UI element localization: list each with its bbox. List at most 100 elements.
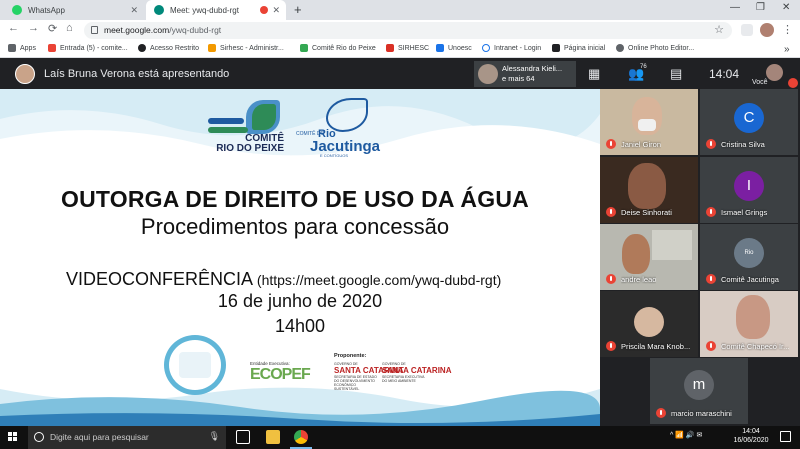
profile-avatar[interactable]: [760, 23, 774, 37]
logo-inner: [179, 352, 211, 378]
apps-grid-icon: [8, 44, 16, 52]
home-icon[interactable]: ⌂: [66, 22, 73, 34]
taskbar-time: 14:04: [742, 428, 760, 435]
tab-meet[interactable]: Meet: ywq-dubd-rgt ✕: [146, 0, 286, 20]
participant-face: [628, 163, 666, 209]
slide-date: 16 de junho de 2020: [217, 291, 383, 311]
santa-catarina-logo-2: GOVERNO DE SANTA CATARINA SECRETARIA EXE…: [382, 362, 451, 383]
bookmark-pagina-inicial[interactable]: Página inicial: [552, 44, 605, 52]
reload-icon[interactable]: ⟳: [48, 22, 57, 35]
close-tab-icon[interactable]: ✕: [272, 5, 280, 16]
new-tab-button[interactable]: +: [294, 2, 302, 17]
close-tab-icon[interactable]: ✕: [130, 5, 138, 16]
back-arrow-icon[interactable]: ←: [8, 22, 19, 34]
participant-tile[interactable]: Janiel Giron: [600, 89, 698, 155]
tab-whatsapp[interactable]: WhatsApp ✕: [4, 0, 144, 20]
menu-kebab-icon[interactable]: ⋮: [782, 23, 793, 36]
bookmark-apps[interactable]: Apps: [8, 44, 36, 52]
people-count: 76: [640, 64, 647, 70]
bookmark-gmail[interactable]: Entrada (5) - comite...: [48, 44, 128, 52]
presenter-avatar: [15, 64, 35, 84]
self-avatar[interactable]: [766, 64, 783, 81]
forward-arrow-icon[interactable]: →: [28, 22, 39, 34]
participant-tile[interactable]: Priscila Mara Knob...: [600, 291, 698, 357]
mic-off-icon[interactable]: [788, 78, 798, 88]
bookmark-sirhesc-admin[interactable]: Sirhesc - Administr...: [208, 44, 284, 52]
mic-off-icon: [606, 341, 616, 351]
participant-tile[interactable]: Deise Sinhorati: [600, 157, 698, 223]
bookmark-acesso[interactable]: Acesso Restrito: [138, 44, 199, 52]
sc-sub: SECRETARIA DE ESTADO DO DESENVOLVIMENTO …: [334, 375, 377, 391]
avatar-initial: I: [734, 171, 764, 201]
pinned-participant[interactable]: Alessandra Kieli... e mais 64: [474, 61, 576, 87]
mask: [638, 119, 656, 131]
participant-tile[interactable]: C Cristina Silva: [700, 89, 798, 155]
logo1-line2: RIO DO PEIXE: [216, 143, 284, 154]
taskbar-clock[interactable]: 14:04 16/06/2020: [728, 427, 774, 445]
participant-name: Janiel Giron: [621, 140, 662, 149]
slide-videoconference: VIDEOCONFERÊNCIA (https://meet.google.co…: [66, 269, 501, 290]
wave-icon: [208, 127, 248, 133]
dove-icon: [326, 98, 368, 132]
system-tray[interactable]: ^ 📶 🔊 ✉: [670, 431, 702, 439]
joomla-icon: [208, 44, 216, 52]
participant-face: [736, 295, 770, 339]
mic-off-icon: [706, 139, 716, 149]
bookmark-label: Sirhesc - Administr...: [220, 44, 284, 52]
lock-icon: [91, 26, 98, 34]
site-icon: [138, 44, 146, 52]
unoesc-icon: [436, 44, 444, 52]
microphone-icon[interactable]: 🎙: [209, 431, 220, 442]
participant-tile[interactable]: m marcio maraschini: [650, 358, 748, 424]
participant-name: Comitê Chapecó Ir...: [721, 342, 790, 351]
chat-icon[interactable]: ▤: [670, 66, 682, 82]
avatar: [478, 64, 498, 84]
logo-square: [13, 432, 17, 436]
mic-off-icon: [706, 341, 716, 351]
participant-name: Priscila Mara Knob...: [621, 342, 691, 351]
logo1-text: COMITÊ RIO DO PEIXE: [214, 134, 284, 154]
bookmark-label: Entrada (5) - comite...: [60, 44, 128, 52]
slide-title: OUTORGA DE DIREITO DE USO DA ÁGUA: [61, 186, 529, 212]
site-icon: [552, 44, 560, 52]
chrome-icon[interactable]: [294, 430, 308, 444]
taskbar-date: 16/06/2020: [733, 437, 769, 444]
maximize-button[interactable]: ❐: [756, 2, 765, 13]
logo-square: [8, 432, 12, 436]
mic-off-icon: [656, 408, 666, 418]
slide-subtitle: Procedimentos para concessão: [140, 214, 450, 239]
more-bookmarks-icon[interactable]: »: [784, 44, 790, 55]
bookmark-unoesc[interactable]: Unoesc: [436, 44, 472, 52]
round-logo: [164, 335, 226, 395]
layout-grid-icon[interactable]: ▦: [588, 66, 600, 82]
participant-tile[interactable]: I Ismael Grings: [700, 157, 798, 223]
windows-start-icon[interactable]: [8, 432, 18, 442]
bookmark-intranet[interactable]: Intranet - Login: [482, 44, 541, 52]
participant-name: Comitê Jacutinga: [721, 275, 779, 284]
address-bar[interactable]: meet.google.com/ywq-dubd-rgt ☆: [84, 22, 732, 39]
file-explorer-icon[interactable]: [266, 430, 280, 444]
participant-tile[interactable]: Comitê Chapecó Ir...: [700, 291, 798, 357]
bookmark-sirhesc[interactable]: SIRHESC: [386, 44, 429, 52]
bookmark-star-icon[interactable]: ☆: [714, 23, 724, 36]
participant-name: Ismael Grings: [721, 208, 768, 217]
url-path: /ywq-dubd-rgt: [169, 25, 222, 35]
slide-time: 14h00: [274, 316, 326, 336]
bookmark-label: Unoesc: [448, 44, 472, 52]
participant-tile[interactable]: andre leao: [600, 224, 698, 290]
url-host: meet.google.com: [104, 25, 170, 35]
notifications-icon[interactable]: [780, 431, 791, 442]
close-window-button[interactable]: ✕: [782, 2, 790, 13]
avatar-initial: m: [684, 370, 714, 400]
bookmark-comite[interactable]: Comitê Rio do Peixe: [300, 44, 376, 52]
minimize-button[interactable]: —: [730, 2, 740, 13]
mic-off-icon: [706, 207, 716, 217]
cortana-icon: [34, 432, 44, 442]
participant-name: marcio maraschini: [671, 409, 732, 418]
extension-icon[interactable]: [741, 24, 753, 36]
participant-name: Cristina Silva: [721, 140, 765, 149]
taskbar-search[interactable]: Digite aqui para pesquisar 🎙: [28, 426, 226, 449]
task-view-icon[interactable]: [236, 430, 250, 444]
participant-tile[interactable]: Rio Comitê Jacutinga: [700, 224, 798, 290]
bookmark-photo-editor[interactable]: Online Photo Editor...: [616, 44, 694, 52]
